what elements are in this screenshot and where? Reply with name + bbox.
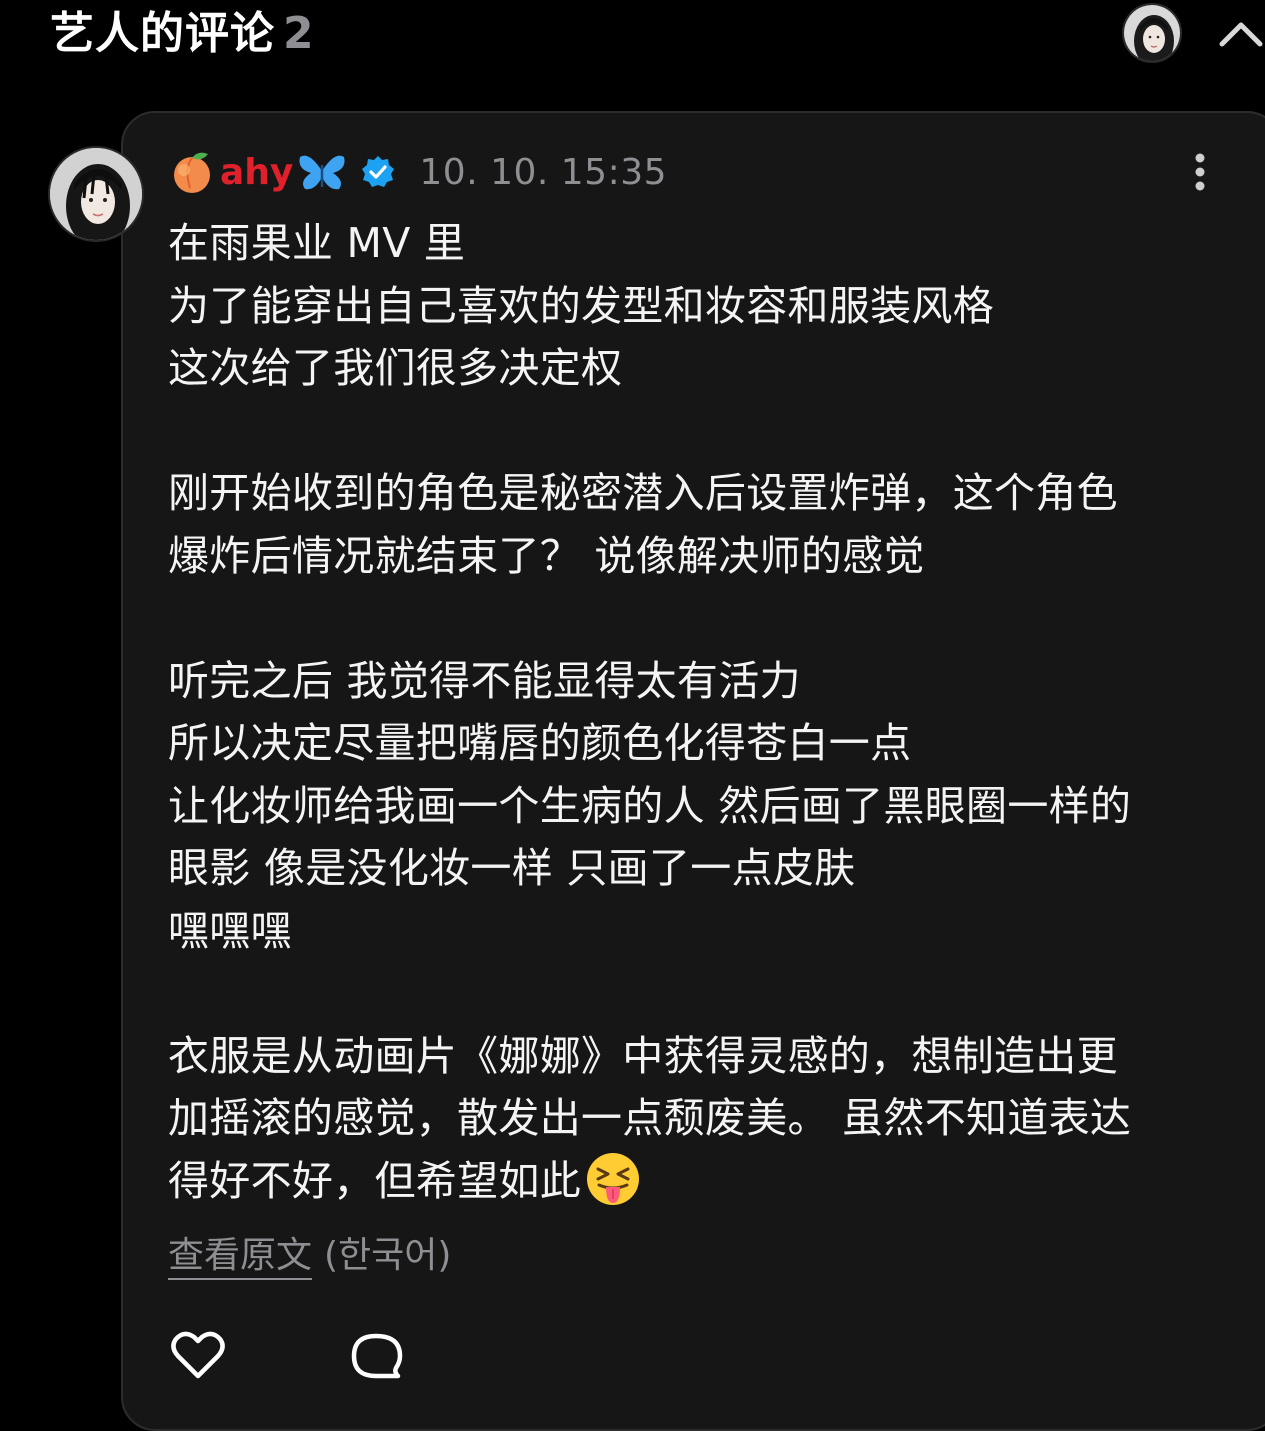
translation-row: 查看原文 (한국어) xyxy=(168,1228,451,1284)
comment-line: 所以决定尽量把嘴唇的颜色化得苍白一点 xyxy=(168,719,912,767)
original-language: (한국어) xyxy=(324,1235,452,1276)
speech-bubble-icon xyxy=(351,1333,403,1379)
peach-emoji-icon xyxy=(174,152,210,193)
verified-badge-icon xyxy=(362,156,395,187)
author-line: ahy 10. 10. 15:35 xyxy=(168,146,667,198)
comment-text: 在雨果业 MV 里 为了能穿出自己喜欢的发型和妆容和服装风格 这次给了我们很多决… xyxy=(168,212,1228,1212)
comments-header: 艺人的评论 2 xyxy=(0,0,1265,72)
chevron-up-icon xyxy=(1219,22,1263,47)
comment-line: 眼影 像是没化妆一样 只画了一点皮肤 xyxy=(168,844,856,892)
comment-line: 这次给了我们很多决定权 xyxy=(168,344,623,392)
reply-button[interactable] xyxy=(348,1330,404,1382)
comment-count: 2 xyxy=(283,8,315,59)
comment-timestamp: 10. 10. 15:35 xyxy=(419,151,668,193)
collapse-button[interactable] xyxy=(1216,14,1265,54)
section-title-text: 艺人的评论 xyxy=(50,8,275,59)
comment-line: 为了能穿出自己喜欢的发型和妆容和服装风格 xyxy=(168,281,994,330)
comment-line: 加摇滚的感觉，散发出一点颓废美。 虽然不知道表达 xyxy=(168,1094,1132,1142)
comment-line: 爆炸后情况就结束了？ 说像解决师的感觉 xyxy=(168,531,925,580)
squinting-tongue-emoji-icon xyxy=(587,1152,639,1205)
comment-line-blank xyxy=(168,400,1228,463)
username[interactable]: ahy xyxy=(220,152,293,193)
butterfly-emoji-icon xyxy=(299,155,345,190)
more-vertical-icon xyxy=(1195,153,1205,191)
comment-line-text: 得好不好，但希望如此 xyxy=(168,1156,581,1205)
comment-line: 嘿嘿嘿 xyxy=(168,906,292,955)
heart-icon xyxy=(171,1331,225,1379)
comment-line: 让化妆师给我画一个生病的人 然后画了黑眼圈一样的 xyxy=(168,781,1132,830)
comment-line: 衣服是从动画片《娜娜》中获得灵感的，想制造出更 xyxy=(168,1031,1118,1080)
comment-line-last: 得好不好，但希望如此 xyxy=(168,1150,1228,1213)
header-artist-avatar[interactable] xyxy=(1122,3,1182,63)
comment-line-blank xyxy=(168,962,1228,1025)
section-title: 艺人的评论 2 xyxy=(50,8,315,60)
comment-line: 在雨果业 MV 里 xyxy=(168,219,466,267)
comment-line: 刚开始收到的角色是秘密潜入后设置炸弹，这个角色 xyxy=(168,469,1118,517)
like-button[interactable] xyxy=(170,1330,226,1380)
see-original-link[interactable]: 查看原文 xyxy=(168,1235,313,1280)
author-avatar[interactable] xyxy=(48,146,144,242)
comment-line: 听完之后 我觉得不能显得太有活力 xyxy=(168,656,801,705)
more-options-button[interactable] xyxy=(1188,150,1212,194)
comment-line-blank xyxy=(168,587,1228,650)
